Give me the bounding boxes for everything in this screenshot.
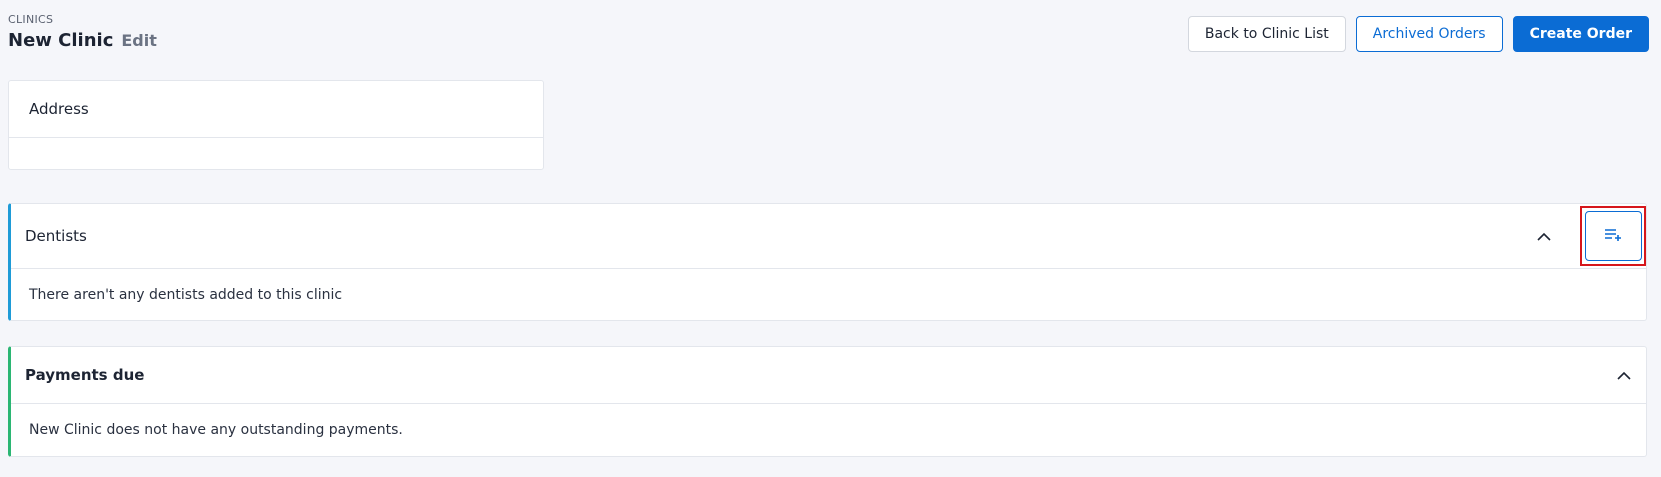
header-actions: Back to Clinic List Archived Orders Crea… [1187,16,1649,52]
chevron-up-icon[interactable] [1536,228,1552,244]
add-dentist-button[interactable] [1584,211,1642,261]
payments-card: Payments due New Clinic does not have an… [8,346,1647,457]
address-card: Address [8,80,544,170]
dentists-card: Dentists There aren't any dentists added… [8,203,1647,321]
dentists-empty-message: There aren't any dentists added to this … [29,287,343,303]
page-title: New Clinic [8,30,114,51]
payments-empty-message: New Clinic does not have any outstanding… [29,422,403,438]
title-row: New Clinic Edit [8,30,157,51]
breadcrumb: CLINICS [8,13,54,26]
add-dentist-highlight [1580,206,1646,266]
payments-title: Payments due [25,366,145,384]
back-to-clinic-list-button[interactable]: Back to Clinic List [1187,16,1346,52]
dentists-title: Dentists [25,227,87,245]
address-title: Address [29,100,89,118]
archived-orders-button[interactable]: Archived Orders [1355,16,1503,52]
dentists-header-actions [1536,204,1646,268]
dentists-card-header: Dentists [11,204,1646,269]
address-card-header: Address [9,81,543,138]
create-order-button[interactable]: Create Order [1512,16,1649,52]
payments-card-header: Payments due [11,347,1646,404]
edit-link[interactable]: Edit [121,31,157,50]
chevron-up-icon[interactable] [1616,367,1632,383]
playlist-add-icon [1604,228,1622,245]
